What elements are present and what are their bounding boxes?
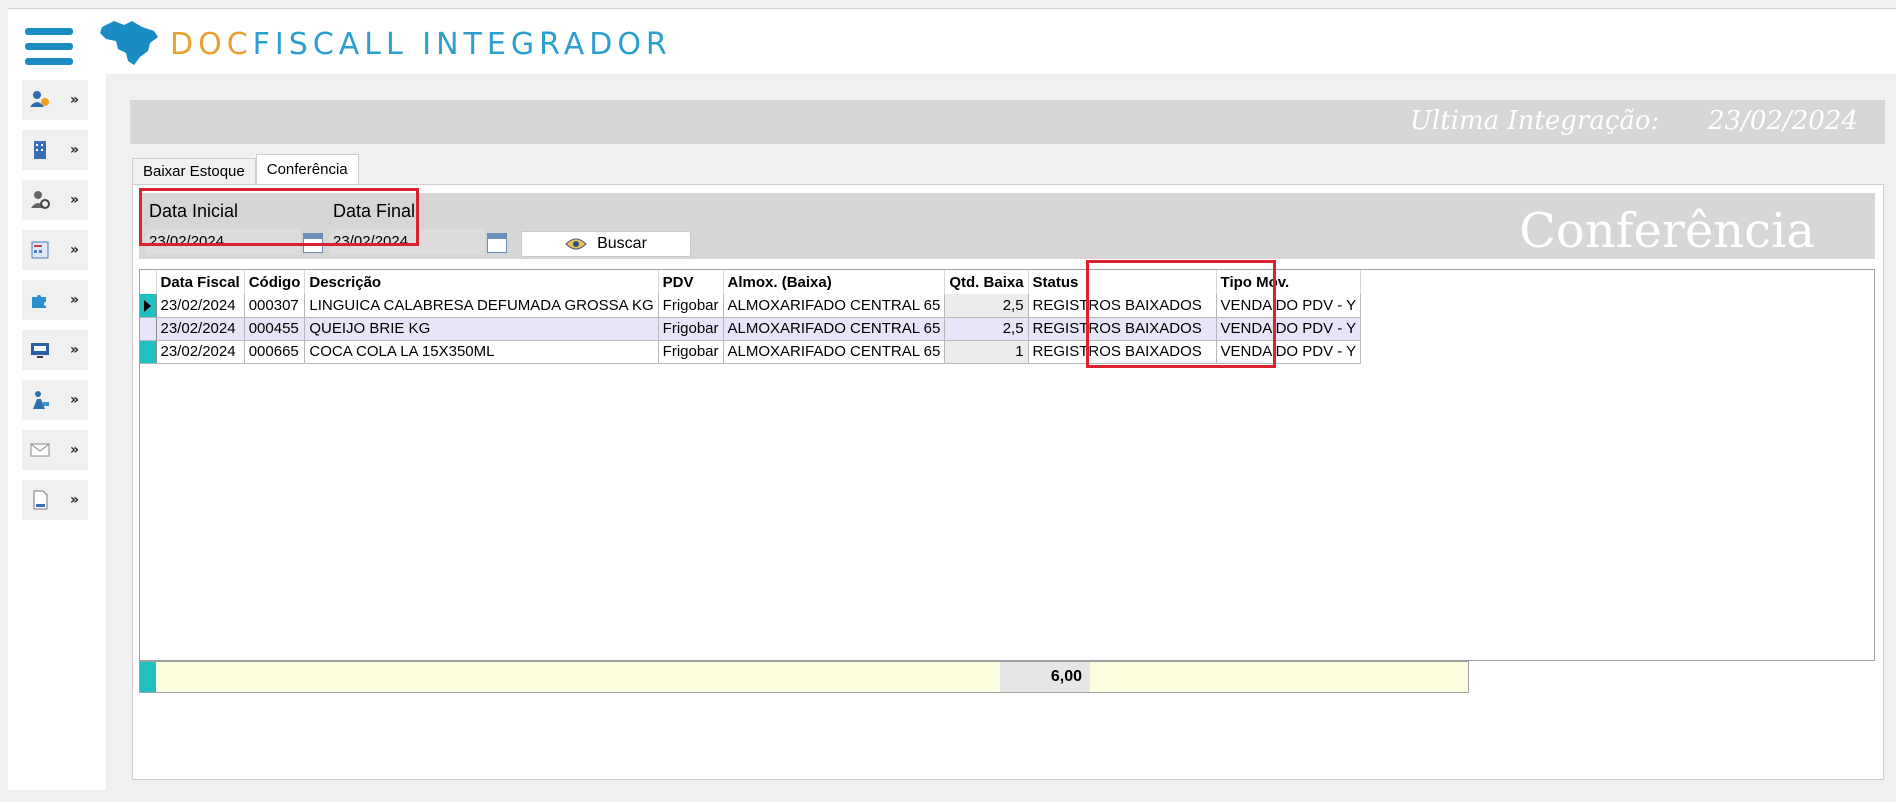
cell-qtd-baixa[interactable]: 2,5 xyxy=(944,294,1029,318)
date-filters-highlight xyxy=(139,188,419,246)
cell-codigo[interactable]: 000455 xyxy=(244,317,306,341)
app-title-part2: FISCALL INTEGRADOR xyxy=(252,27,672,62)
column-header[interactable]: PDV xyxy=(658,270,724,294)
cell-codigo[interactable]: 000307 xyxy=(244,294,306,318)
sidebar-item-documents[interactable]: » xyxy=(22,480,88,520)
sidebar-item-company[interactable]: » xyxy=(22,130,88,170)
puzzle-icon xyxy=(28,288,52,312)
sidebar-item-users[interactable]: » xyxy=(22,80,88,120)
cell-almox[interactable]: ALMOXARIFADO CENTRAL 65 xyxy=(723,340,946,364)
chevron-down-icon[interactable]: » xyxy=(70,393,79,407)
tab-baixar-estoque[interactable]: Baixar Estoque xyxy=(132,158,256,184)
indicator-header xyxy=(140,270,157,294)
building-icon xyxy=(28,138,52,162)
hamburger-menu-icon[interactable] xyxy=(25,28,73,68)
cell-pdv[interactable]: Frigobar xyxy=(658,294,724,318)
sidebar-item-user-settings[interactable]: » xyxy=(22,180,88,220)
column-header[interactable]: Qtd. Baixa xyxy=(944,270,1029,294)
chevron-down-icon[interactable]: » xyxy=(70,293,79,307)
chevron-down-icon[interactable]: » xyxy=(70,243,79,257)
eye-icon xyxy=(565,238,587,250)
row-indicator[interactable] xyxy=(140,294,157,318)
column-header[interactable]: Descrição xyxy=(304,270,659,294)
last-integration-label: Ultima Integração: xyxy=(1410,106,1660,136)
calendar-icon[interactable] xyxy=(487,233,507,253)
tab-conferencia[interactable]: Conferência xyxy=(255,154,359,184)
cell-pdv[interactable]: Frigobar xyxy=(658,340,724,364)
row-indicator[interactable] xyxy=(140,317,157,341)
sidebar-item-workers[interactable]: » xyxy=(22,380,88,420)
column-header[interactable]: Data Fiscal xyxy=(156,270,245,294)
pdv-screen-icon xyxy=(28,338,52,362)
cell-descricao[interactable]: QUEIJO BRIE KG xyxy=(304,317,659,341)
cell-qtd-baixa[interactable]: 2,5 xyxy=(944,317,1029,341)
app-title: DOCFISCALL INTEGRADOR xyxy=(170,27,672,62)
cell-codigo[interactable]: 000665 xyxy=(244,340,306,364)
footer-indicator xyxy=(140,662,156,692)
chevron-down-icon[interactable]: » xyxy=(70,193,79,207)
cell-data-fiscal[interactable]: 23/02/2024 xyxy=(156,294,245,318)
cell-qtd-baixa[interactable]: 1 xyxy=(944,340,1029,364)
cell-data-fiscal[interactable]: 23/02/2024 xyxy=(156,340,245,364)
chevron-down-icon[interactable]: » xyxy=(70,443,79,457)
sidebar-item-pdv[interactable]: » xyxy=(22,330,88,370)
chevron-down-icon[interactable]: » xyxy=(70,493,79,507)
cell-descricao[interactable]: LINGUICA CALABRESA DEFUMADA GROSSA KG xyxy=(304,294,659,318)
column-header[interactable]: Almox. (Baixa) xyxy=(723,270,946,294)
chevron-down-icon[interactable]: » xyxy=(70,93,79,107)
cell-descricao[interactable]: COCA COLA LA 15X350ML xyxy=(304,340,659,364)
grid-footer-totals: 6,00 xyxy=(139,661,1469,693)
cell-almox[interactable]: ALMOXARIFADO CENTRAL 65 xyxy=(723,294,946,318)
tab-bar: Baixar Estoque Conferência xyxy=(132,154,359,184)
worker-icon xyxy=(28,388,52,412)
column-header[interactable]: Código xyxy=(244,270,306,294)
total-qtd-baixa: 6,00 xyxy=(1000,662,1090,692)
app-title-part1: DOC xyxy=(170,27,253,62)
search-button[interactable]: Buscar xyxy=(521,231,691,257)
brazil-map-logo-icon xyxy=(100,21,158,65)
main-content: Ultima Integração: 23/02/2024 Baixar Est… xyxy=(106,74,1896,790)
mail-icon xyxy=(28,438,52,462)
last-integration-bar: Ultima Integração: 23/02/2024 xyxy=(130,100,1885,144)
conferencia-grid[interactable]: Data Fiscal Código Descrição PDV Almox. … xyxy=(139,260,1875,661)
section-title: Conferência xyxy=(1519,203,1815,259)
cell-pdv[interactable]: Frigobar xyxy=(658,317,724,341)
document-icon xyxy=(28,488,52,512)
row-indicator[interactable] xyxy=(140,340,157,364)
users-icon xyxy=(28,88,52,112)
status-column-highlight xyxy=(1086,260,1276,368)
cell-almox[interactable]: ALMOXARIFADO CENTRAL 65 xyxy=(723,317,946,341)
sidebar-item-mail[interactable]: » xyxy=(22,430,88,470)
sidebar-item-integration[interactable]: » xyxy=(22,280,88,320)
conferencia-panel: Data Inicial 23/02/2024 Data Final 23/02… xyxy=(132,184,1884,780)
search-button-label: Buscar xyxy=(597,235,647,252)
sidebar-item-reports[interactable]: » xyxy=(22,230,88,270)
cell-data-fiscal[interactable]: 23/02/2024 xyxy=(156,317,245,341)
chevron-down-icon[interactable]: » xyxy=(70,143,79,157)
top-bar: DOCFISCALL INTEGRADOR xyxy=(8,8,1896,74)
last-integration-value: 23/02/2024 xyxy=(1708,106,1858,136)
sidebar: » » » » » » » » » xyxy=(8,74,106,790)
calculator-report-icon xyxy=(28,238,52,262)
user-settings-icon xyxy=(28,188,52,212)
chevron-down-icon[interactable]: » xyxy=(70,343,79,357)
